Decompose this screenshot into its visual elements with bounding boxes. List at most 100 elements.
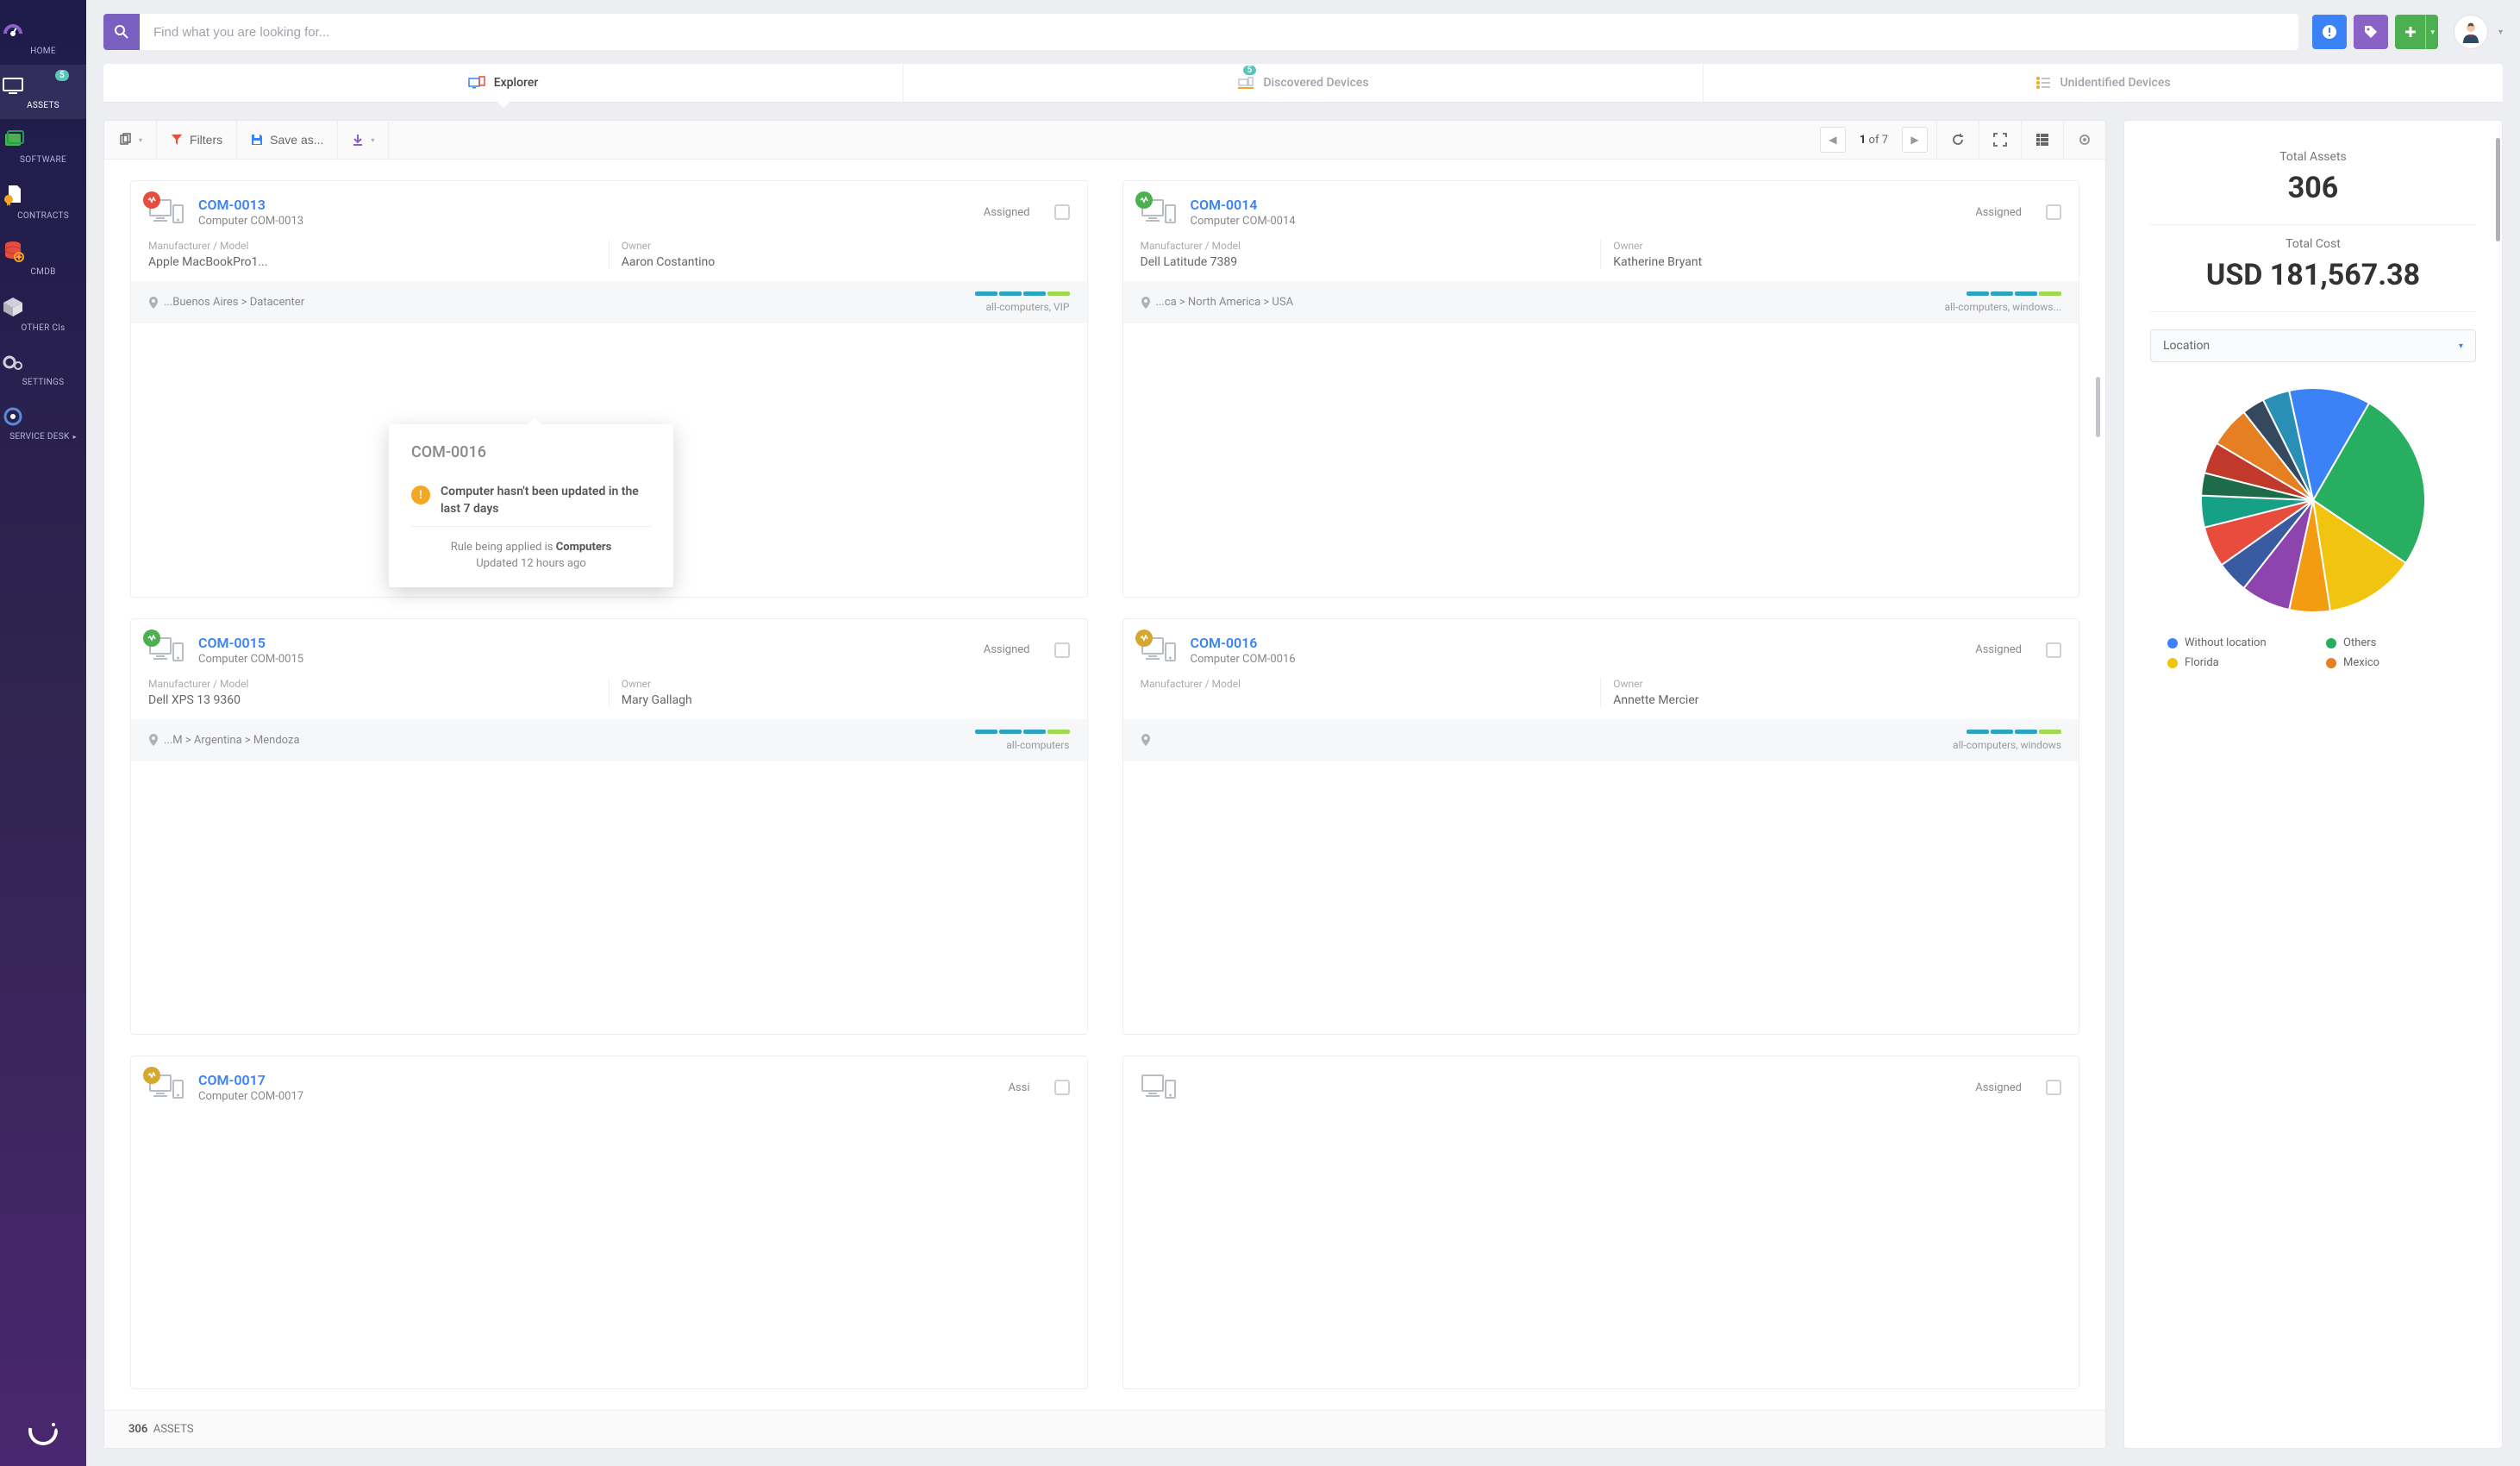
sidebar-label: CONTRACTS — [17, 211, 69, 221]
meta-value: Dell Latitude 7389 — [1141, 255, 1589, 269]
pin-icon — [1141, 297, 1151, 309]
add-button[interactable] — [2395, 15, 2438, 49]
asset-name: Computer COM-0017 — [198, 1090, 994, 1103]
sidebar-item-software[interactable]: SOFTWARE — [0, 119, 86, 173]
computer-icon — [1141, 197, 1177, 228]
meta-value: Aaron Costantino — [622, 255, 1070, 269]
search-button[interactable] — [103, 14, 140, 50]
location-select[interactable]: Location ▾ — [2150, 329, 2476, 362]
asset-id-link[interactable]: COM-0014 — [1191, 197, 1258, 213]
pin-icon — [148, 297, 159, 309]
sidebar-item-settings[interactable]: SETTINGS — [0, 341, 86, 396]
download-icon — [352, 134, 364, 146]
pager-prev[interactable]: ◀ — [1820, 127, 1846, 153]
avatar-caret-icon[interactable]: ▾ — [2498, 28, 2503, 37]
computer-icon — [1141, 1072, 1177, 1103]
meta-label: Owner — [1613, 240, 2061, 252]
toolbar-view-grid[interactable] — [2022, 121, 2063, 159]
scrollbar[interactable] — [2496, 138, 2500, 241]
sidebar-label: CMDB — [30, 267, 55, 277]
grid-icon — [2035, 133, 2049, 147]
total-assets-value: 306 — [2150, 171, 2476, 205]
refresh-icon — [1951, 133, 1965, 147]
alert-button[interactable] — [2312, 15, 2347, 49]
legend-item[interactable]: Without location — [2167, 636, 2300, 649]
asset-state: Assigned — [984, 643, 1030, 656]
meta-value: Katherine Bryant — [1613, 255, 2061, 269]
asset-tags: all-computers, VIP — [975, 301, 1070, 313]
tab-explorer[interactable]: Explorer — [103, 64, 904, 102]
asset-location: ...ca > North America > USA — [1141, 296, 1294, 309]
toolbar-settings[interactable] — [2064, 121, 2105, 159]
sidebar-item-cmdb[interactable]: CMDB — [0, 229, 86, 285]
asset-checkbox[interactable] — [1054, 642, 1070, 658]
asset-tags: all-computers — [975, 739, 1070, 751]
asset-card[interactable]: Assigned — [1122, 1056, 2080, 1389]
asset-popover: COM-0016 ! Computer hasn't been updated … — [389, 424, 673, 587]
toolbar-fullscreen[interactable] — [1979, 121, 2021, 159]
asset-state: Assigned — [1975, 206, 2022, 219]
user-avatar[interactable] — [2454, 15, 2488, 49]
meta-value: Dell XPS 13 9360 — [148, 693, 597, 707]
toolbar-filters[interactable]: Filters — [157, 121, 236, 159]
asset-id-link[interactable]: COM-0013 — [198, 197, 266, 213]
tag-button[interactable] — [2354, 15, 2388, 49]
toolbar-saveas[interactable]: Save as... — [237, 121, 337, 159]
asset-id-link[interactable]: COM-0015 — [198, 635, 266, 651]
asset-checkbox[interactable] — [1054, 204, 1070, 220]
topbar: ▾ — [86, 0, 2520, 64]
legend-dot — [2326, 658, 2336, 668]
tab-label: Explorer — [494, 76, 539, 90]
chart-legend: Without location Others Florida Mexico — [2150, 636, 2476, 669]
sidebar-item-home[interactable]: HOME — [0, 10, 86, 65]
computer-icon — [148, 635, 184, 666]
sidebar-label: OTHER CIs — [21, 323, 65, 333]
legend-item[interactable]: Mexico — [2326, 656, 2459, 669]
box-icon — [0, 296, 86, 318]
toolbar-refresh[interactable] — [1937, 121, 1979, 159]
sidebar-item-other-cis[interactable]: OTHER CIs — [0, 285, 86, 341]
asset-tags: all-computers, windows... — [1945, 301, 2061, 313]
status-dot — [143, 630, 160, 647]
expand-icon — [1993, 133, 2007, 147]
sidebar-item-assets[interactable]: 5 ASSETS — [0, 65, 86, 119]
total-cost-label: Total Cost — [2150, 237, 2476, 251]
popover-updated: Updated 12 hours ago — [411, 557, 651, 570]
asset-checkbox[interactable] — [1054, 1080, 1070, 1095]
monitor-icon — [0, 75, 86, 96]
asset-card[interactable]: COM-0016Computer COM-0016AssignedManufac… — [1122, 618, 2080, 1036]
toolbar-download[interactable]: ▾ — [338, 122, 388, 158]
sidebar-item-contracts[interactable]: CONTRACTS — [0, 173, 86, 229]
meta-label: Manufacturer / Model — [148, 678, 597, 690]
asset-checkbox[interactable] — [2046, 1080, 2061, 1095]
devices-icon — [1237, 76, 1254, 90]
asset-id-link[interactable]: COM-0016 — [1191, 635, 1258, 651]
tag-icon — [2363, 24, 2379, 40]
asset-id-link[interactable]: COM-0017 — [198, 1072, 266, 1088]
gears-icon — [0, 352, 86, 373]
asset-checkbox[interactable] — [2046, 642, 2061, 658]
sidebar-label: ASSETS — [27, 101, 59, 110]
legend-item[interactable]: Florida — [2167, 656, 2300, 669]
legend-item[interactable]: Others — [2326, 636, 2459, 649]
asset-card[interactable]: COM-0017Computer COM-0017Assi — [130, 1056, 1088, 1389]
search-input[interactable] — [140, 14, 2298, 50]
asset-checkbox[interactable] — [2046, 204, 2061, 220]
total-cost-value: USD 181,567.38 — [2150, 258, 2476, 292]
meta-label: Manufacturer / Model — [1141, 678, 1589, 690]
tab-unidentified[interactable]: Unidentified Devices — [1704, 64, 2503, 102]
gear-icon — [2078, 133, 2092, 147]
toolbar-view-menu[interactable]: ▾ — [104, 121, 156, 159]
pager-next[interactable]: ▶ — [1902, 127, 1928, 153]
sidebar-item-service-desk[interactable]: SERVICE DESK▸ — [0, 396, 86, 450]
pin-icon — [1141, 734, 1151, 746]
asset-card[interactable]: COM-0015 Computer COM-0015 Assigned Manufac… — [130, 618, 1088, 1036]
asset-location: ...M > Argentina > Mendoza — [148, 734, 300, 747]
asset-card[interactable]: COM-0014Computer COM-0014AssignedManufac… — [1122, 180, 2080, 598]
scrollbar[interactable] — [2096, 170, 2100, 1400]
tab-label: Unidentified Devices — [2060, 76, 2170, 90]
tab-discovered[interactable]: 5 Discovered Devices — [904, 64, 1704, 102]
toolbar-label: Filters — [190, 133, 222, 147]
legend-label: Florida — [2185, 656, 2219, 669]
asset-name: Computer COM-0015 — [198, 653, 970, 666]
